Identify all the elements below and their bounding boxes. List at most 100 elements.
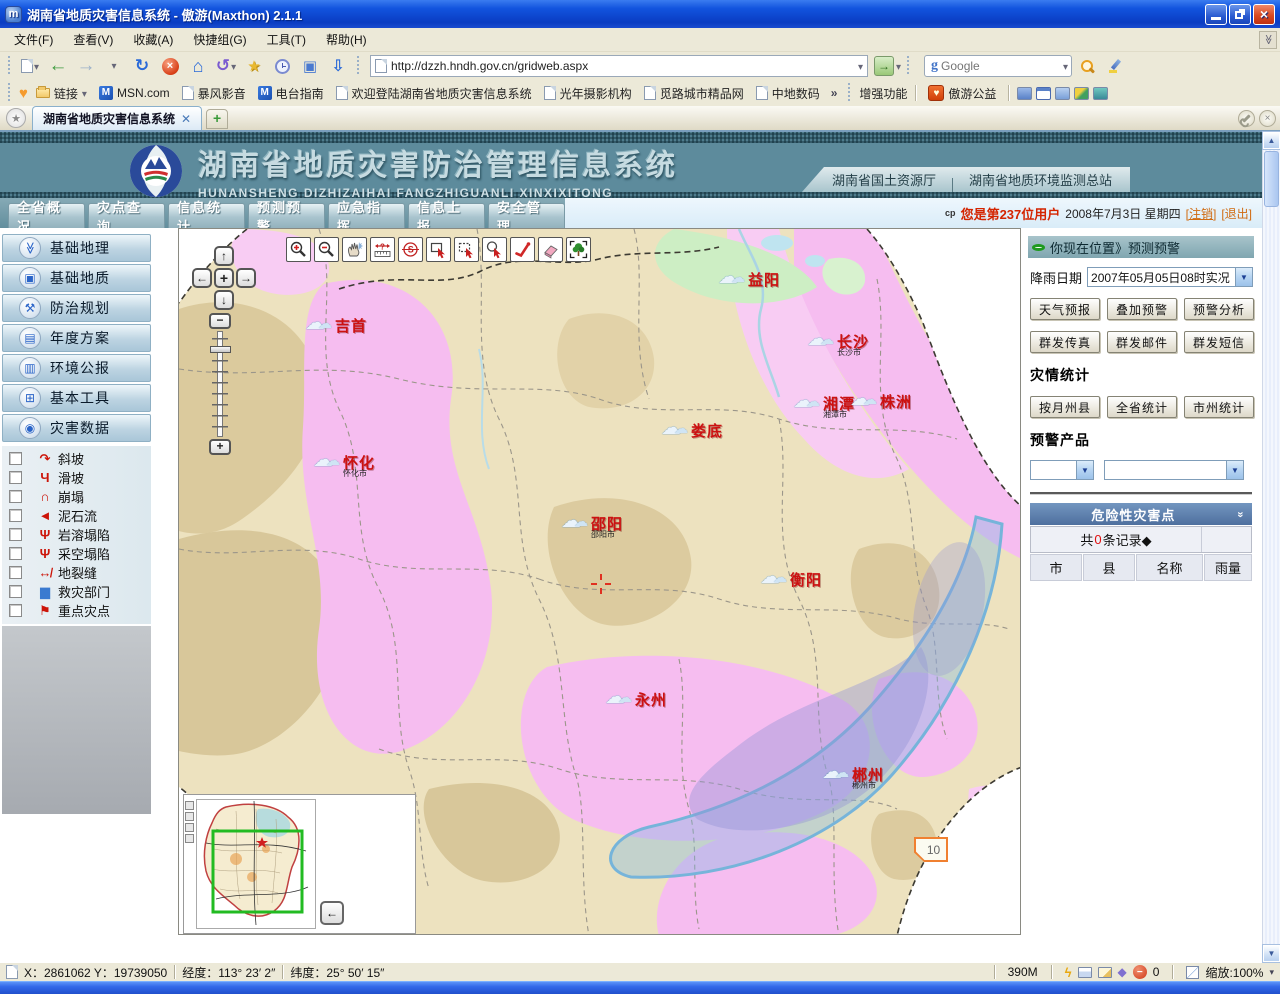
close-button[interactable]: ×	[1253, 4, 1275, 25]
menu-tools[interactable]: 工具(T)	[257, 28, 316, 51]
restore-button[interactable]	[1229, 4, 1251, 25]
map-tool-select-circle[interactable]	[482, 237, 507, 262]
paint-icon[interactable]	[1074, 87, 1089, 100]
menu-view[interactable]: 查看(V)	[63, 28, 123, 51]
overview-map[interactable]	[183, 794, 416, 934]
map-tool-measure[interactable]: ?	[370, 237, 395, 262]
chevron-down-icon[interactable]: ▼	[1076, 461, 1093, 479]
pan-center-button[interactable]	[214, 268, 234, 288]
nav-tab-report[interactable]: 信息上报	[408, 203, 485, 228]
zoom-in-button[interactable]: +	[209, 439, 231, 455]
window-icon[interactable]	[1036, 87, 1051, 100]
tab-active[interactable]: 湖南省地质灾害信息系统 ✕	[32, 106, 202, 130]
mass-fax-button[interactable]: 群发传真	[1030, 331, 1100, 353]
overview-buttons[interactable]	[185, 801, 194, 843]
rain-date-select[interactable]: 2007年05月05日08时实况 ▼	[1087, 267, 1253, 287]
map-tool-scale[interactable]: S	[398, 237, 423, 262]
logout-link[interactable]: [注销]	[1186, 205, 1217, 222]
collapse-chevron-icon[interactable]: «	[1234, 510, 1246, 517]
menu-file[interactable]: 文件(F)	[4, 28, 63, 51]
org-link-land-resources[interactable]: 湖南省国土资源厅	[832, 170, 936, 189]
link-zhongdi[interactable]: 中地数码	[752, 83, 824, 104]
exit-link[interactable]: [退出]	[1221, 205, 1252, 222]
window-mode-icon[interactable]	[1078, 967, 1092, 978]
new-window-icon[interactable]	[1098, 967, 1112, 978]
pan-down-button[interactable]	[214, 290, 234, 310]
menu-favorites[interactable]: 收藏(A)	[123, 28, 183, 51]
map-tool-zoom-out[interactable]	[314, 237, 339, 262]
danger-points-header[interactable]: 危险性灾害点 «	[1030, 503, 1252, 525]
layer-checkbox[interactable]	[9, 585, 22, 598]
links-overflow-chevron[interactable]: »	[828, 86, 841, 100]
mass-sms-button[interactable]: 群发短信	[1184, 331, 1254, 353]
warning-analysis-button[interactable]: 预警分析	[1184, 298, 1254, 320]
zoom-slider[interactable]	[217, 331, 223, 437]
layer-checkbox[interactable]	[9, 547, 22, 560]
sidebar-item-annual-plan[interactable]: ▤年度方案	[2, 324, 151, 352]
map-tool-eraser[interactable]	[538, 237, 563, 262]
layer-checkbox[interactable]	[9, 509, 22, 522]
minimize-button[interactable]	[1205, 4, 1227, 25]
new-page-button[interactable]	[17, 54, 43, 78]
sidebar-item-prevention-plan[interactable]: ⚒防治规划	[2, 294, 151, 322]
map-tool-select-rect[interactable]	[426, 237, 451, 262]
pan-right-button[interactable]	[236, 268, 256, 288]
tab-settings-button[interactable]	[1238, 110, 1255, 127]
layer-checkbox[interactable]	[9, 452, 22, 465]
overview-collapse-button[interactable]	[320, 901, 344, 925]
back-button[interactable]	[45, 54, 71, 78]
url-text[interactable]: http://dzzh.hndh.gov.cn/gridweb.aspx	[391, 59, 854, 73]
layer-checkbox[interactable]	[9, 471, 22, 484]
history-dropdown-icon[interactable]	[101, 54, 127, 78]
notes-icon[interactable]	[1055, 87, 1070, 100]
nav-tab-overview[interactable]: 全省概况	[8, 203, 85, 228]
map-tool-pan[interactable]	[342, 237, 367, 262]
link-baofeng[interactable]: 暴风影音	[178, 83, 250, 104]
messenger-icon[interactable]	[1017, 87, 1032, 100]
star-icon[interactable]: ★	[6, 108, 26, 128]
product-type-select[interactable]: ▼	[1030, 460, 1094, 480]
scroll-up-icon[interactable]: ▲	[1263, 132, 1280, 149]
link-milu[interactable]: 觅路城市精品网	[640, 83, 748, 104]
window-list-button[interactable]	[297, 54, 323, 78]
sidebar-item-base-geology[interactable]: ▣基础地质	[2, 264, 151, 292]
tab-close-icon[interactable]: ✕	[181, 112, 191, 126]
weather-forecast-button[interactable]: 天气预报	[1030, 298, 1100, 320]
go-button[interactable]: →	[874, 56, 894, 76]
city-stats-button[interactable]: 市州统计	[1184, 396, 1254, 418]
magic-fill-button[interactable]	[241, 54, 267, 78]
history-clock-button[interactable]	[269, 54, 295, 78]
zoom-slider-handle[interactable]	[210, 346, 231, 353]
scrollbar-thumb[interactable]	[1264, 151, 1279, 207]
monthly-county-button[interactable]: 按月州县	[1030, 396, 1100, 418]
refresh-button[interactable]	[129, 54, 155, 78]
layer-checkbox[interactable]	[9, 604, 22, 617]
province-stats-button[interactable]: 全省统计	[1107, 396, 1177, 418]
link-radio[interactable]: M电台指南	[254, 83, 328, 104]
menu-help[interactable]: 帮助(H)	[316, 28, 377, 51]
nav-tab-security[interactable]: 安全管理	[488, 203, 565, 228]
zoom-level[interactable]: 缩放:100%	[1205, 964, 1263, 981]
nav-tab-emergency[interactable]: 应急指挥	[328, 203, 405, 228]
url-dropdown-icon[interactable]	[858, 59, 863, 73]
layer-checkbox[interactable]	[9, 528, 22, 541]
links-folder[interactable]: 链接	[32, 83, 91, 104]
popup-blocker-icon[interactable]: −	[1133, 965, 1147, 979]
layer-checkbox[interactable]	[9, 566, 22, 579]
tab-close-all-button[interactable]: ×	[1259, 110, 1276, 127]
address-bar[interactable]: http://dzzh.hndh.gov.cn/gridweb.aspx	[370, 55, 868, 77]
search-button[interactable]	[1074, 54, 1100, 78]
pan-up-button[interactable]	[214, 246, 234, 266]
map-tool-legend-tree[interactable]	[566, 237, 591, 262]
pan-left-button[interactable]	[192, 268, 212, 288]
mass-email-button[interactable]: 群发邮件	[1107, 331, 1177, 353]
map-tool-zoom-in[interactable]	[286, 237, 311, 262]
plugin-diamond-icon[interactable]: ◆	[1118, 965, 1127, 979]
link-photo[interactable]: 光年摄影机构	[540, 83, 636, 104]
chevron-down-icon[interactable]: ▼	[1235, 268, 1252, 286]
org-link-geo-monitor[interactable]: 湖南省地质环境监测总站	[969, 170, 1112, 189]
boost-icon[interactable]: ϟ	[1065, 965, 1072, 980]
highlight-button[interactable]	[1102, 54, 1128, 78]
nav-tab-forecast[interactable]: 预测预警	[248, 203, 325, 228]
sidebar-item-basic-tools[interactable]: ⊞基本工具	[2, 384, 151, 412]
